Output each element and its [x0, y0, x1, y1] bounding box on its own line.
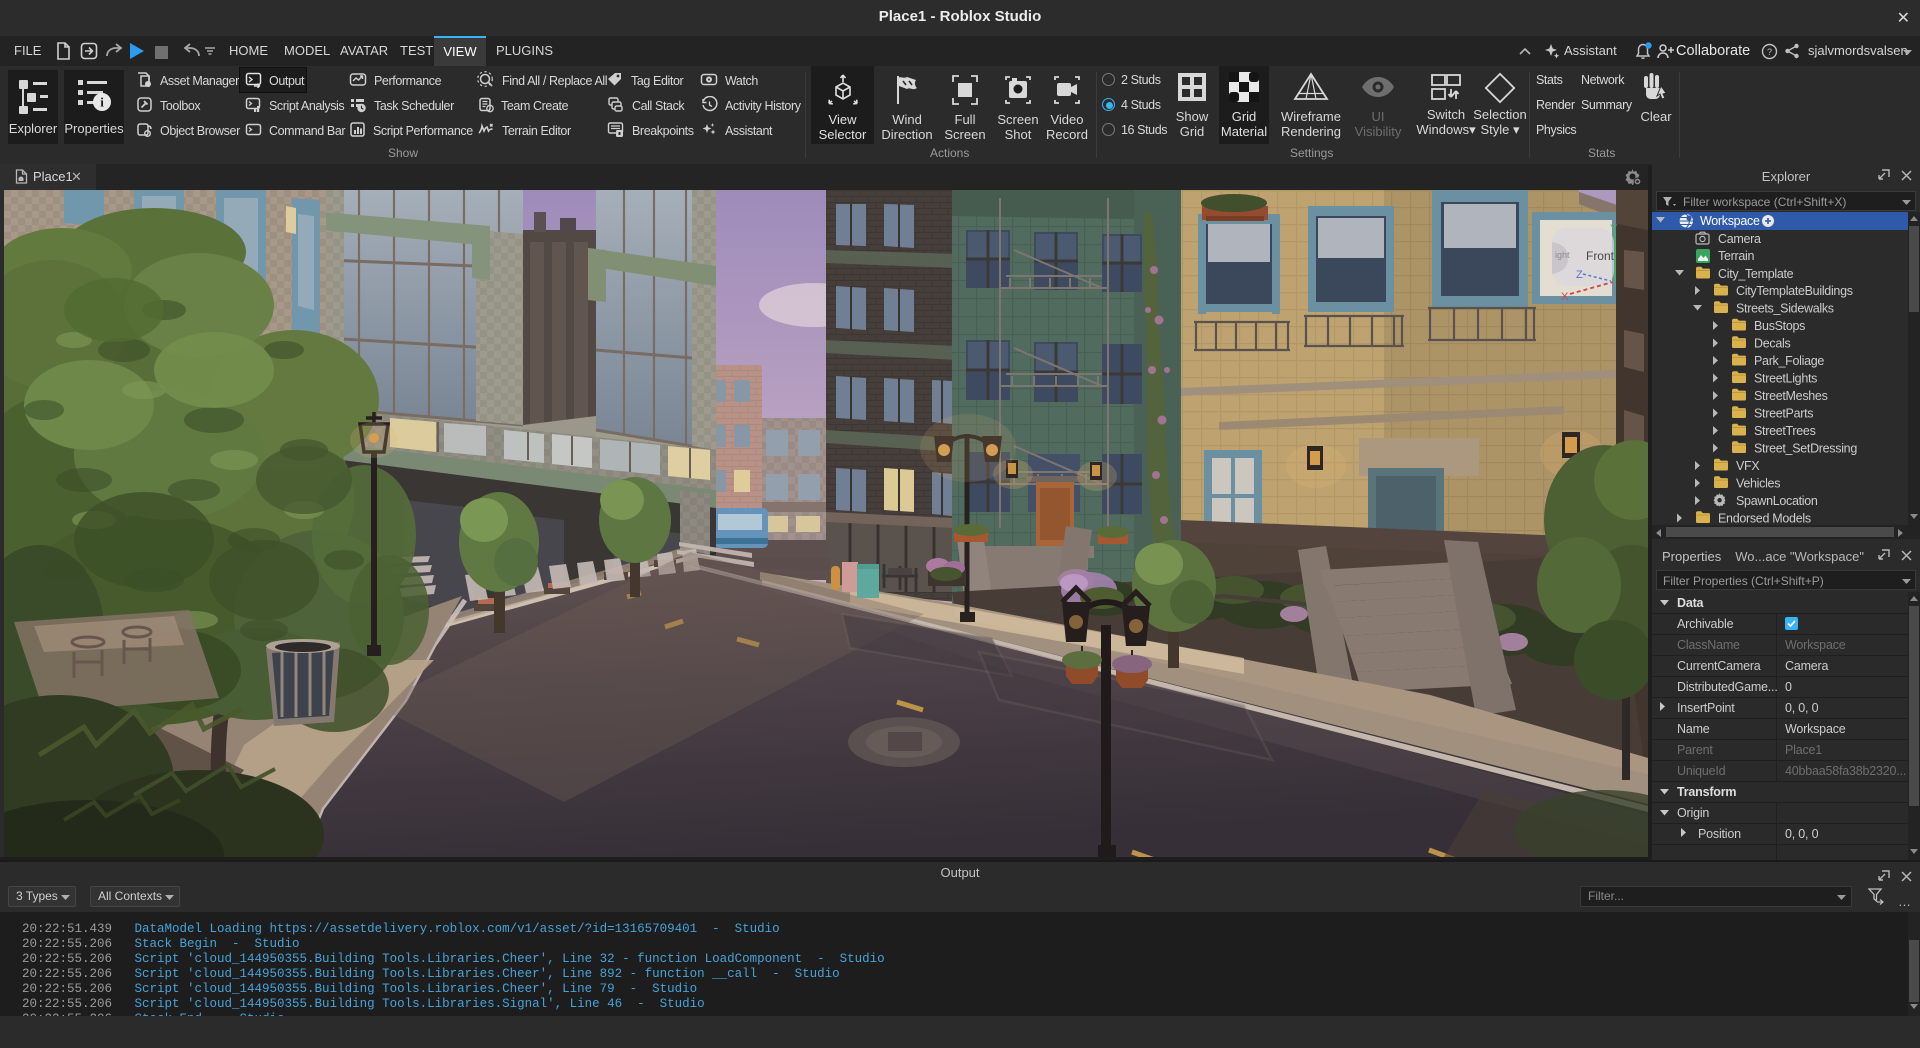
svg-text:0: 0 — [1785, 680, 1792, 694]
svg-text:StreetTrees: StreetTrees — [1754, 424, 1816, 438]
svg-text:Workspace: Workspace — [1700, 214, 1760, 228]
svg-text:Endorsed Models: Endorsed Models — [1718, 512, 1811, 526]
svg-text:Park_Foliage: Park_Foliage — [1754, 354, 1824, 368]
svg-text:InsertPoint: InsertPoint — [1677, 701, 1735, 715]
svg-text:Terrain: Terrain — [1718, 249, 1754, 263]
svg-text:0, 0, 0: 0, 0, 0 — [1785, 827, 1819, 841]
svg-text:40bbaa58fa38b2320...: 40bbaa58fa38b2320... — [1785, 764, 1906, 778]
svg-text:StreetParts: StreetParts — [1754, 407, 1813, 421]
svg-text:Camera: Camera — [1718, 232, 1761, 246]
svg-text:?: ? — [1767, 47, 1772, 57]
svg-text:0, 0, 0: 0, 0, 0 — [1785, 701, 1819, 715]
svg-text:CurrentCamera: CurrentCamera — [1677, 659, 1761, 673]
svg-text:Vehicles: Vehicles — [1736, 477, 1780, 491]
svg-text:Origin: Origin — [1677, 806, 1709, 820]
svg-text:CityTemplateBuildings: CityTemplateBuildings — [1736, 284, 1853, 298]
svg-text:Archivable: Archivable — [1677, 617, 1734, 631]
svg-text:Camera: Camera — [1785, 659, 1829, 673]
svg-text:Decals: Decals — [1754, 337, 1790, 351]
svg-text:DistributedGame...: DistributedGame... — [1677, 680, 1778, 694]
svg-text:SpawnLocation: SpawnLocation — [1736, 494, 1818, 508]
svg-text:Position: Position — [1698, 827, 1741, 841]
svg-text:Streets_Sidewalks: Streets_Sidewalks — [1736, 302, 1834, 316]
svg-text:i: i — [100, 95, 104, 110]
svg-text:UniqueId: UniqueId — [1677, 764, 1726, 778]
svg-text:VFX: VFX — [1736, 459, 1760, 473]
svg-text:StreetMeshes: StreetMeshes — [1754, 389, 1828, 403]
svg-text:Street_SetDressing: Street_SetDressing — [1754, 442, 1857, 456]
svg-text:Parent: Parent — [1677, 743, 1713, 757]
svg-text:Name: Name — [1677, 722, 1710, 736]
svg-text:Transform: Transform — [1677, 785, 1736, 799]
svg-text:Workspace: Workspace — [1785, 722, 1846, 736]
svg-text:Data: Data — [1677, 596, 1705, 610]
svg-text:BusStops: BusStops — [1754, 319, 1805, 333]
svg-text:StreetLights: StreetLights — [1754, 372, 1817, 386]
svg-text:City_Template: City_Template — [1718, 267, 1794, 281]
svg-text:Workspace: Workspace — [1785, 638, 1846, 652]
svg-text:Place1: Place1 — [1785, 743, 1822, 757]
svg-text:ClassName: ClassName — [1677, 638, 1740, 652]
